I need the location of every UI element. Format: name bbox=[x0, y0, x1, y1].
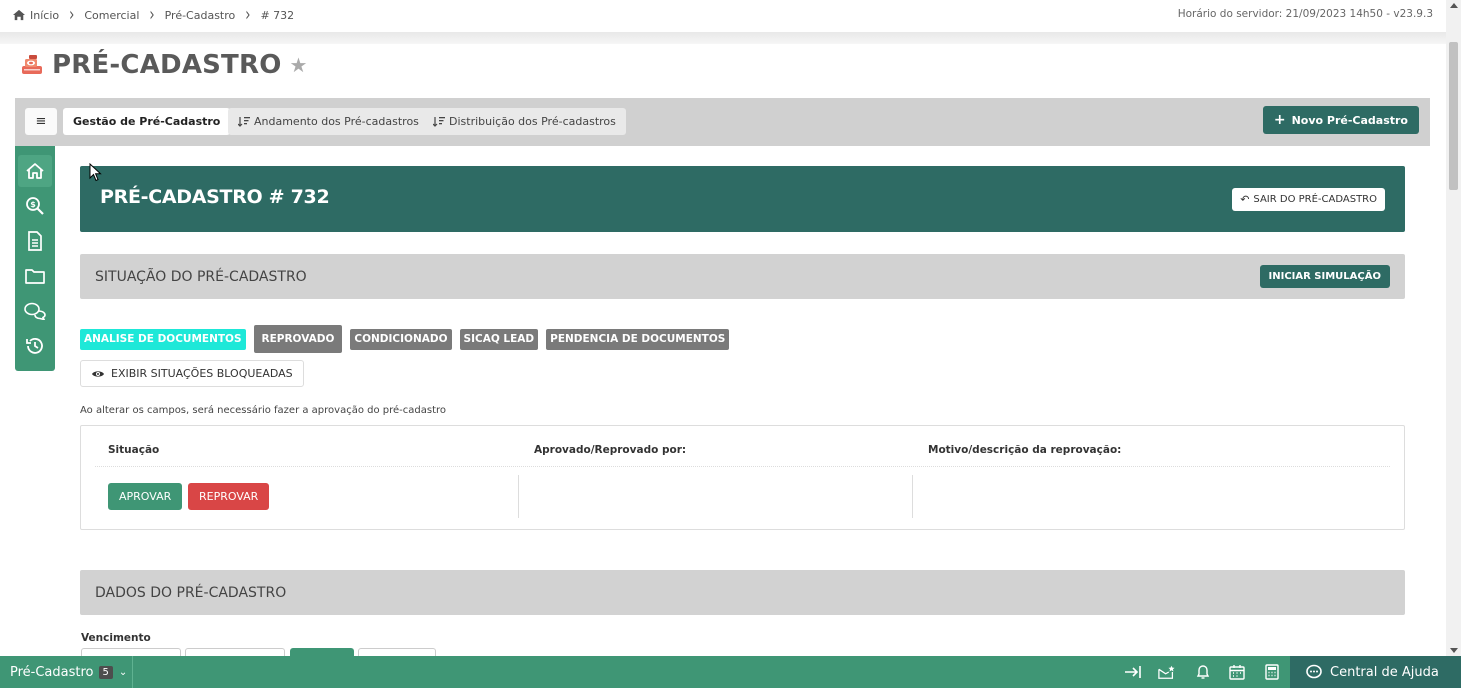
approval-table: Situação Aprovado/Reprovado por: Motivo/… bbox=[80, 425, 1405, 530]
tabs-bar: ≡ Gestão de Pré-Cadastro Andamento dos P… bbox=[15, 98, 1430, 146]
breadcrumb-item-current: # 732 bbox=[260, 8, 295, 22]
show-blocked-situations-button[interactable]: EXIBIR SITUAÇÕES BLOQUEADAS bbox=[80, 360, 304, 387]
status-badge-analise[interactable]: ANALISE DE DOCUMENTOS bbox=[80, 328, 246, 350]
calendar-icon bbox=[1229, 665, 1245, 680]
footer-tab-pre-cadastro[interactable]: Pré-Cadastro 5 ⌄ bbox=[0, 656, 133, 688]
rail-documents[interactable] bbox=[18, 225, 52, 257]
status-badge-pendencia[interactable]: PENDENCIA DE DOCUMENTOS bbox=[546, 328, 730, 350]
chevron-right-icon: › bbox=[69, 4, 75, 26]
page-title-text: PRÉ-CADASTRO bbox=[52, 50, 282, 80]
approve-button[interactable]: APROVAR bbox=[108, 483, 183, 510]
rail-search-dollar[interactable]: $ bbox=[18, 190, 52, 222]
column-header-motivo: Motivo/descrição da reprovação: bbox=[928, 444, 1122, 456]
rail-folder[interactable] bbox=[18, 260, 52, 292]
side-rail: $ bbox=[15, 146, 55, 371]
hamburger-icon: ≡ bbox=[35, 114, 47, 129]
sort-amount-icon bbox=[433, 117, 445, 127]
scroll-up-arrow-icon[interactable] bbox=[1450, 3, 1458, 8]
approval-notice: Ao alterar os campos, será necessário fa… bbox=[80, 405, 447, 416]
breadcrumb-home[interactable]: Início bbox=[12, 9, 59, 22]
footer-calculator-button[interactable] bbox=[1263, 664, 1281, 680]
column-divider bbox=[518, 475, 519, 518]
menu-toggle-button[interactable]: ≡ bbox=[25, 108, 57, 135]
tab-distribuicao-label: Distribuição dos Pré-cadastros bbox=[449, 115, 616, 128]
rail-chat[interactable] bbox=[18, 295, 52, 327]
rail-home[interactable] bbox=[18, 155, 52, 187]
exit-pre-cadastro-button[interactable]: ↶ SAIR DO PRÉ-CADASTRO bbox=[1232, 188, 1385, 211]
start-simulation-button[interactable]: INICIAR SIMULAÇÃO bbox=[1259, 265, 1390, 288]
page-scrollbar[interactable] bbox=[1446, 0, 1461, 656]
column-header-aprovado-por: Aprovado/Reprovado por: bbox=[534, 444, 687, 456]
data-section-title: DADOS DO PRÉ-CADASTRO bbox=[95, 584, 287, 601]
breadcrumb-item-pre-cadastro[interactable]: Pré-Cadastro bbox=[165, 9, 236, 22]
show-blocked-label: EXIBIR SITUAÇÕES BLOQUEADAS bbox=[111, 367, 293, 380]
sort-amount-icon bbox=[238, 117, 250, 127]
plus-icon: + bbox=[1273, 112, 1286, 128]
eye-icon bbox=[92, 370, 104, 377]
home-icon bbox=[26, 163, 44, 179]
server-time: Horário do servidor: 21/09/2023 14h50 - … bbox=[1177, 8, 1433, 20]
home-icon bbox=[13, 9, 25, 21]
envelope-star-icon bbox=[1158, 665, 1175, 679]
tab-andamento-label: Andamento dos Pré-cadastros bbox=[254, 115, 419, 128]
help-center-label: Central de Ajuda bbox=[1330, 664, 1439, 680]
pre-cadastro-number-title: PRÉ-CADASTRO # 732 bbox=[100, 186, 330, 208]
footer-notifications-button[interactable] bbox=[1194, 664, 1212, 680]
footer-collapse-button[interactable] bbox=[1124, 664, 1142, 680]
situation-section-title: SITUAÇÃO DO PRÉ-CADASTRO bbox=[95, 268, 307, 285]
svg-text:$: $ bbox=[30, 200, 36, 209]
footer-tab-label: Pré-Cadastro bbox=[10, 664, 94, 680]
chat-bubble-icon bbox=[1306, 664, 1322, 679]
folder-icon bbox=[25, 269, 45, 284]
header-shadow bbox=[0, 32, 1446, 44]
chevron-right-icon: › bbox=[149, 4, 155, 26]
breadcrumb-item-inicio[interactable]: Início bbox=[30, 9, 59, 22]
reject-button[interactable]: REPROVAR bbox=[188, 483, 270, 510]
page-title: PRÉ-CADASTRO ★ bbox=[20, 50, 307, 80]
chat-icon bbox=[24, 302, 46, 320]
tab-distribuicao[interactable]: Distribuição dos Pré-cadastros bbox=[423, 108, 626, 135]
scroll-thumb[interactable] bbox=[1449, 42, 1458, 190]
mouse-cursor-icon bbox=[89, 163, 102, 182]
vencimento-label: Vencimento bbox=[81, 632, 151, 644]
tab-gestao-pre-cadastro[interactable]: Gestão de Pré-Cadastro bbox=[63, 108, 231, 135]
status-badge-sicaq-lead[interactable]: SICAQ LEAD bbox=[459, 328, 539, 350]
column-header-situacao: Situação bbox=[108, 444, 160, 456]
status-badge-condicionado[interactable]: CONDICIONADO bbox=[350, 328, 452, 350]
chevron-down-icon: ⌄ bbox=[118, 666, 128, 678]
pre-cadastro-header: PRÉ-CADASTRO # 732 ↶ SAIR DO PRÉ-CADASTR… bbox=[80, 166, 1405, 232]
arrow-to-right-icon bbox=[1125, 666, 1141, 678]
document-icon bbox=[28, 231, 42, 251]
rail-history[interactable] bbox=[18, 330, 52, 362]
top-bar: Início › Comercial › Pré-Cadastro › # 73… bbox=[0, 0, 1446, 30]
breadcrumb: Início › Comercial › Pré-Cadastro › # 73… bbox=[0, 4, 295, 26]
scroll-down-arrow-icon[interactable] bbox=[1450, 648, 1458, 653]
footer-calendar-button[interactable] bbox=[1228, 664, 1246, 680]
new-pre-cadastro-button[interactable]: + Novo Pré-Cadastro bbox=[1262, 106, 1419, 134]
help-center-button[interactable]: Central de Ajuda bbox=[1290, 656, 1461, 688]
new-pre-cadastro-label: Novo Pré-Cadastro bbox=[1291, 113, 1408, 127]
bell-icon bbox=[1196, 665, 1210, 679]
tab-andamento[interactable]: Andamento dos Pré-cadastros bbox=[228, 108, 429, 135]
history-icon bbox=[26, 338, 43, 354]
status-badges: ANALISE DE DOCUMENTOS REPROVADO CONDICIO… bbox=[80, 325, 737, 353]
situation-section-header: SITUAÇÃO DO PRÉ-CADASTRO INICIAR SIMULAÇ… bbox=[80, 254, 1405, 299]
status-badge-reprovado[interactable]: REPROVADO bbox=[253, 325, 343, 353]
footer-tab-count: 5 bbox=[98, 665, 113, 679]
search-dollar-icon: $ bbox=[26, 197, 44, 215]
chevron-right-icon: › bbox=[245, 4, 251, 26]
calculator-icon bbox=[1265, 664, 1279, 680]
breadcrumb-item-comercial[interactable]: Comercial bbox=[84, 9, 139, 22]
column-divider bbox=[912, 475, 913, 518]
favorite-star-icon[interactable]: ★ bbox=[290, 53, 308, 77]
data-section-header: DADOS DO PRÉ-CADASTRO bbox=[80, 570, 1405, 615]
footer-mail-button[interactable] bbox=[1158, 664, 1176, 680]
cash-register-icon bbox=[22, 55, 42, 74]
exit-pre-cadastro-label: SAIR DO PRÉ-CADASTRO bbox=[1253, 194, 1377, 205]
reply-arrow-icon: ↶ bbox=[1240, 193, 1250, 206]
footer-bar: Pré-Cadastro 5 ⌄ Central de Ajuda bbox=[0, 656, 1461, 688]
table-divider bbox=[95, 466, 1390, 467]
